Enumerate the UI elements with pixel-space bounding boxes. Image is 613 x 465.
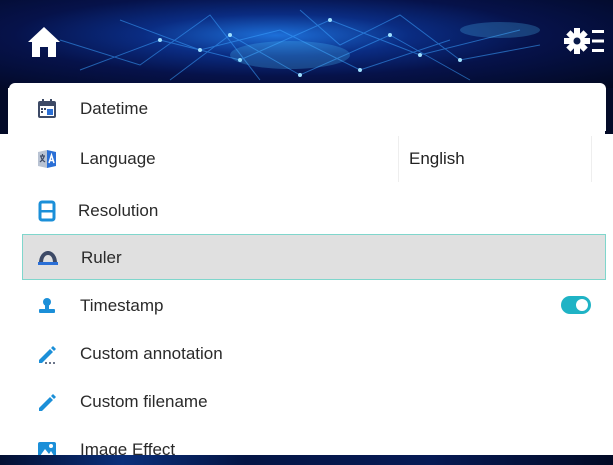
toggle-knob	[576, 299, 588, 311]
dark-edge-left	[0, 88, 8, 134]
ruler-icon	[38, 251, 58, 265]
home-icon	[28, 27, 60, 57]
menu-item-timestamp[interactable]: Timestamp	[22, 282, 606, 330]
menu-item-label: Custom annotation	[80, 344, 223, 363]
menu-item-label: Language	[80, 149, 156, 168]
header-banner	[0, 0, 613, 88]
menu-item-resolution[interactable]: Resolution	[22, 187, 606, 235]
language-value-field[interactable]: English	[398, 136, 592, 182]
menu-item-label: Timestamp	[80, 296, 164, 315]
circuit-background	[59, 9, 541, 81]
menu-item-label: Datetime	[80, 99, 149, 118]
menu-item-label: Image Effect	[80, 440, 176, 455]
stamp-icon	[39, 298, 55, 313]
footer-banner	[0, 455, 613, 465]
menu-item-label: Resolution	[78, 201, 159, 220]
pencil-dots-icon	[39, 346, 56, 364]
translate-icon	[38, 150, 56, 168]
settings-button[interactable]	[563, 24, 605, 58]
menu-item-image-effect[interactable]: Image Effect	[22, 426, 606, 455]
settings-list-icon	[564, 28, 604, 54]
menu-item-custom-annotation[interactable]: Custom annotation	[22, 330, 606, 378]
pencil-icon	[39, 394, 56, 411]
menu-item-label: Custom filename	[80, 392, 208, 411]
menu-item-datetime[interactable]: Datetime	[22, 85, 606, 133]
language-value: English	[409, 149, 465, 168]
menu-item-ruler[interactable]: Ruler	[22, 234, 606, 280]
home-button[interactable]	[24, 22, 64, 62]
dark-edge-right	[605, 88, 613, 134]
menu-item-custom-filename[interactable]: Custom filename	[22, 378, 606, 426]
calendar-icon	[38, 99, 56, 118]
image-icon	[38, 442, 56, 455]
menu-item-label: Ruler	[81, 248, 122, 267]
film-icon	[38, 200, 56, 222]
timestamp-toggle[interactable]	[561, 296, 591, 314]
